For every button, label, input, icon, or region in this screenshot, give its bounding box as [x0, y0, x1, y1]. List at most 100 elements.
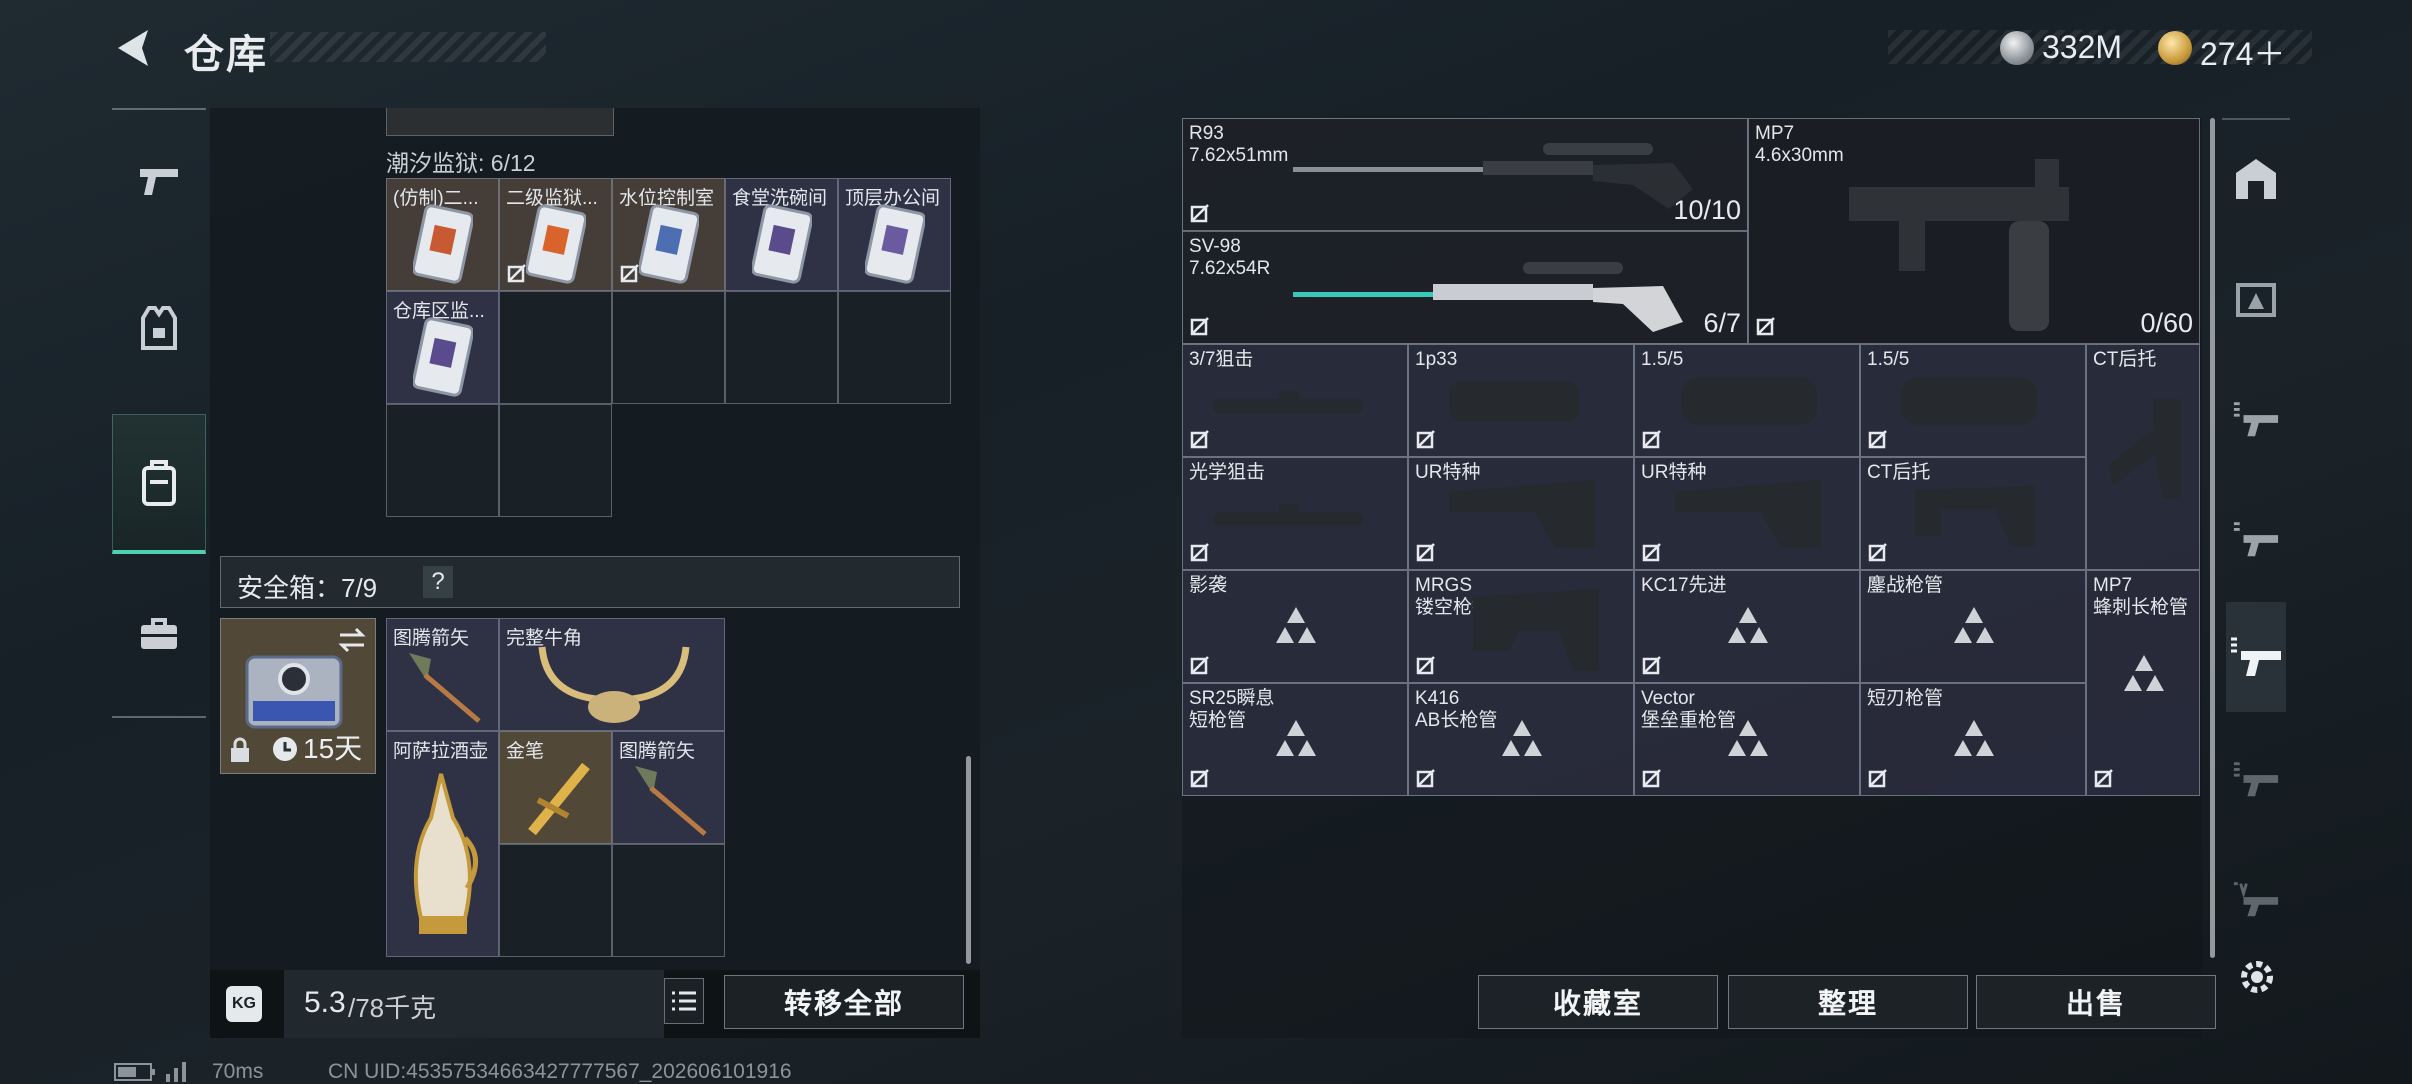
attachment-barrel[interactable]: KC17先进 [1634, 570, 1860, 683]
keycard-slot[interactable]: 仓库区监... [386, 291, 499, 404]
nav-armor[interactable] [112, 258, 206, 398]
item-sublabel: 堡垒重枪管 [1641, 710, 1737, 731]
placeholder-triangle-icon [1728, 720, 1768, 756]
help-button[interactable]: ? [423, 566, 453, 598]
attachment-barrel[interactable]: 影袭 [1182, 570, 1408, 683]
collection-room-button[interactable]: 收藏室 [1478, 975, 1718, 1029]
nav-backpack[interactable] [112, 414, 206, 554]
attachment-stock[interactable]: CT后托 [1860, 457, 2086, 570]
gold-amount[interactable]: 274＋ [2200, 29, 2285, 75]
attachment-scope[interactable]: 1.5/5 [1634, 344, 1860, 457]
swap-icon[interactable] [337, 627, 367, 653]
item-slot[interactable]: 图腾箭矢 [386, 618, 499, 731]
placeholder-triangle-icon [1276, 607, 1316, 643]
attachment-barrel[interactable]: K416 AB长枪管 [1408, 683, 1634, 796]
attachment-scope[interactable]: 1p33 [1408, 344, 1634, 457]
attachment-stock[interactable]: UR特种 [1634, 457, 1860, 570]
gold-pen-icon [528, 762, 590, 836]
attachment-barrel[interactable]: SR25瞬息 短枪管 [1182, 683, 1408, 796]
weight-icon: KG [226, 986, 262, 1022]
attachment-barrel[interactable]: Vector 堡垒重枪管 [1634, 683, 1860, 796]
tab-weapon-tier-iv[interactable] [2232, 868, 2280, 930]
max-weight: /78千克 [348, 993, 437, 1023]
item-slot[interactable]: 金笔 [499, 731, 612, 844]
no-lock-icon [620, 264, 639, 283]
attachment-stock[interactable]: CT后托 [2086, 344, 2200, 570]
empty-slot[interactable] [386, 404, 499, 517]
empty-slot[interactable] [499, 291, 612, 404]
stock-icon [1473, 589, 1599, 671]
weapon-caliber: 7.62x51mm [1189, 145, 1289, 166]
equipment-box-icon [2236, 283, 2276, 317]
sniper-rifle-icon [1293, 262, 1683, 332]
transfer-all-button[interactable]: 转移全部 [724, 975, 964, 1029]
empty-slot[interactable] [612, 291, 725, 404]
list-view-button[interactable] [664, 978, 704, 1024]
safe-box-label: 安全箱：7/9 [237, 573, 378, 603]
item-slot[interactable]: 完整牛角 [499, 618, 725, 731]
placeholder-triangle-icon [1502, 720, 1542, 756]
keycard-slot[interactable]: 二级监狱... [499, 178, 612, 291]
attachment-scope[interactable]: 1.5/5 [1860, 344, 2086, 457]
attachment-stock[interactable]: UR特种 [1408, 457, 1634, 570]
attachment-barrel[interactable]: 短刃枪管 [1860, 683, 2086, 796]
tab-equipment[interactable] [2232, 268, 2280, 330]
item-label: CT后托 [2093, 349, 2157, 370]
left-scrollbar[interactable] [966, 756, 971, 964]
scope-icon [1213, 391, 1363, 413]
scope-icon [1449, 381, 1579, 421]
keycard-slot[interactable]: 食堂洗碗间 [725, 178, 838, 291]
weapon-sv98[interactable]: SV-98 7.62x54R 6/7 [1182, 231, 1748, 344]
empty-slot[interactable] [499, 844, 612, 957]
item-slot[interactable]: 图腾箭矢 [612, 731, 725, 844]
scope-icon [1901, 377, 2037, 425]
no-lock-icon [2094, 769, 2113, 788]
totem-arrow-icon [635, 766, 707, 836]
sell-button[interactable]: 出售 [1976, 975, 2216, 1029]
tab-storage-home[interactable] [2232, 148, 2280, 210]
tab-weapon-tier-1[interactable] [2226, 602, 2286, 712]
scrolled-item-stub [386, 108, 614, 136]
weapon-r93[interactable]: R93 7.62x51mm 10/10 [1182, 118, 1748, 231]
empty-slot[interactable] [725, 291, 838, 404]
ping-text: 70ms [212, 1060, 264, 1083]
attachment-scope[interactable]: 3/7狙击 [1182, 344, 1408, 457]
tab-weapon-tier-2[interactable] [2232, 508, 2280, 570]
attachment-barrel[interactable]: MP7 蜂刺长枪管 [2086, 570, 2200, 796]
placeholder-triangle-icon [1276, 720, 1316, 756]
item-slot[interactable]: 阿萨拉酒壶 [386, 731, 499, 957]
settings-button[interactable] [2236, 956, 2278, 998]
keycard-slot[interactable]: 水位控制室 [612, 178, 725, 291]
attachment-barrel[interactable]: 鏖战枪管 [1860, 570, 2086, 683]
weapon-caliber: 7.62x54R [1189, 258, 1271, 279]
nav-case[interactable] [112, 564, 206, 704]
no-lock-icon [1416, 430, 1435, 449]
safe-box-header: 安全箱：7/9 ? [220, 556, 960, 608]
right-scrollbar[interactable] [2210, 118, 2215, 958]
empty-slot[interactable] [612, 844, 725, 957]
attachment-stock[interactable]: MRGS 镂空枪托 [1408, 570, 1634, 683]
keycard-slot[interactable]: (仿制)二... [386, 178, 499, 291]
back-button[interactable] [112, 26, 156, 70]
sniper-rifle-icon [1293, 143, 1693, 209]
attachment-scope[interactable]: 光学狙击 [1182, 457, 1408, 570]
keycard-icon [413, 317, 473, 397]
weapon-mp7[interactable]: MP7 4.6x30mm 0/60 [1748, 118, 2200, 344]
tab-weapon-tier-3[interactable] [2232, 388, 2280, 450]
empty-slot[interactable] [838, 291, 951, 404]
no-lock-icon [1190, 317, 1209, 336]
item-label: 3/7狙击 [1189, 349, 1254, 370]
no-lock-icon [1868, 430, 1887, 449]
lock-icon [231, 737, 249, 762]
sort-button[interactable]: 整理 [1728, 975, 1968, 1029]
gun-rack-icon [2233, 762, 2279, 797]
item-sublabel: AB长枪管 [1415, 710, 1498, 731]
keycard-slot[interactable]: 顶层办公间 [838, 178, 951, 291]
nav-weapons[interactable] [112, 112, 206, 252]
gun-rack-icon [2233, 522, 2279, 557]
item-sublabel: 蜂刺长枪管 [2093, 597, 2189, 618]
tab-weapon-tier-4[interactable] [2232, 748, 2280, 810]
empty-slot[interactable] [499, 404, 612, 517]
gun-rack-icon [2233, 402, 2279, 437]
safe-box-container[interactable]: 15天 [220, 618, 376, 774]
